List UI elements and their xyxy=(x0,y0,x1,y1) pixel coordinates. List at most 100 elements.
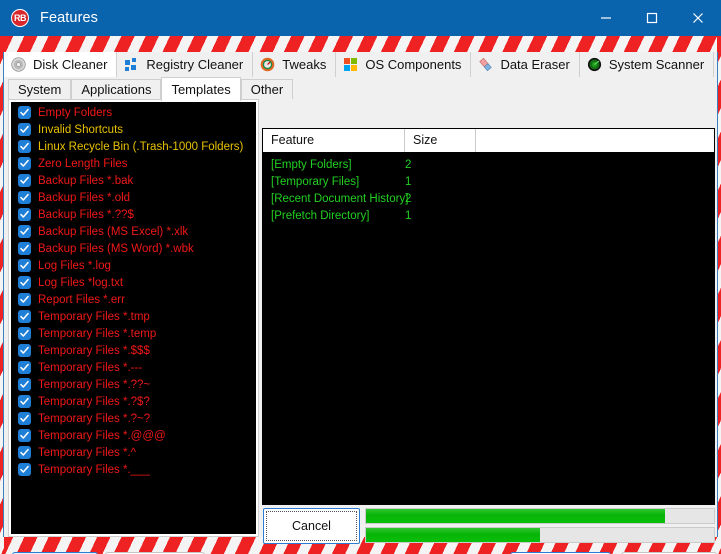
tab-label: OS Components xyxy=(365,57,462,72)
radar-icon xyxy=(587,57,602,72)
tab-tweaks[interactable]: Tweaks xyxy=(253,52,337,77)
checkbox-checked-icon[interactable] xyxy=(18,293,31,306)
table-row[interactable]: [Empty Folders] 2 xyxy=(263,156,714,173)
list-item-label: Report Files *.err xyxy=(38,293,125,306)
eraser-icon xyxy=(478,57,493,72)
checkbox-checked-icon[interactable] xyxy=(18,123,31,136)
tab-label: Registry Cleaner xyxy=(146,57,244,72)
list-item-label: Temporary Files *.^ xyxy=(38,446,137,459)
checkbox-checked-icon[interactable] xyxy=(18,395,31,408)
checkbox-checked-icon[interactable] xyxy=(18,429,31,442)
features-window: RB Features Disk Cleaner Registry Cleane… xyxy=(0,0,721,554)
list-item[interactable]: Report Files *.err xyxy=(11,291,256,308)
list-item[interactable]: Temporary Files *.?~? xyxy=(11,410,256,427)
table-row[interactable]: [Temporary Files] 1 xyxy=(263,173,714,190)
checkbox-checked-icon[interactable] xyxy=(18,191,31,204)
list-item-label: Linux Recycle Bin (.Trash-1000 Folders) xyxy=(38,140,244,153)
list-item-label: Invalid Shortcuts xyxy=(38,123,124,136)
list-item[interactable]: Backup Files *.old xyxy=(11,189,256,206)
table-row[interactable]: [Prefetch Directory] 1 xyxy=(263,207,714,224)
list-item-label: Temporary Files *.___ xyxy=(38,463,150,476)
results-rows[interactable]: [Empty Folders] 2 [Temporary Files] 1 [Recen… xyxy=(263,153,714,224)
checkbox-checked-icon[interactable] xyxy=(18,140,31,153)
list-item[interactable]: Backup Files *.bak xyxy=(11,172,256,189)
cell-feature: [Temporary Files] xyxy=(271,175,360,188)
results-header-row: Feature Size xyxy=(263,129,714,153)
list-item-label: Temporary Files *.@@@ xyxy=(38,429,166,442)
checkbox-checked-icon[interactable] xyxy=(18,259,31,272)
cell-feature: [Prefetch Directory] xyxy=(271,209,370,222)
list-item[interactable]: Temporary Files *.temp xyxy=(11,325,256,342)
list-item[interactable]: Empty Folders xyxy=(11,104,256,121)
checkbox-checked-icon[interactable] xyxy=(18,225,31,238)
current-progress-fill xyxy=(366,528,540,542)
checkbox-checked-icon[interactable] xyxy=(18,412,31,425)
column-header-feature[interactable]: Feature xyxy=(263,129,405,152)
list-item[interactable]: Temporary Files *.^ xyxy=(11,444,256,461)
templates-checklist[interactable]: Empty Folders Invalid Shortcuts Linux Recy… xyxy=(11,102,256,534)
list-item-label: Temporary Files *.?~? xyxy=(38,412,151,425)
window-controls xyxy=(583,0,721,36)
list-item[interactable]: Backup Files (MS Word) *.wbk xyxy=(11,240,256,257)
column-header-blank[interactable] xyxy=(476,129,714,152)
checkbox-checked-icon[interactable] xyxy=(18,276,31,289)
checkbox-checked-icon[interactable] xyxy=(18,157,31,170)
list-item[interactable]: Log Files *log.txt xyxy=(11,274,256,291)
list-item-label: Zero Length Files xyxy=(38,157,128,170)
list-item[interactable]: Invalid Shortcuts xyxy=(11,121,256,138)
list-item-label: Log Files *.log xyxy=(38,259,111,272)
list-item-label: Backup Files (MS Excel) *.xlk xyxy=(38,225,189,238)
cell-feature: [Empty Folders] xyxy=(271,158,352,171)
checkbox-checked-icon[interactable] xyxy=(18,463,31,476)
title-bar: RB Features xyxy=(0,0,721,36)
close-button[interactable] xyxy=(675,0,721,36)
sub-tab-bar: System Applications Templates Other xyxy=(8,77,294,101)
tab-system-scanner[interactable]: System Scanner xyxy=(579,52,715,77)
list-item-label: Backup Files (MS Word) *.wbk xyxy=(38,242,194,255)
list-item[interactable]: Temporary Files *.?$? xyxy=(11,393,256,410)
overall-progress-fill xyxy=(366,509,666,523)
list-item[interactable]: Backup Files (MS Excel) *.xlk xyxy=(11,223,256,240)
list-item[interactable]: Temporary Files *.@@@ xyxy=(11,427,256,444)
checkbox-checked-icon[interactable] xyxy=(18,446,31,459)
checkbox-checked-icon[interactable] xyxy=(18,378,31,391)
results-panel: Feature Size [Empty Folders] 2 [Temporary … xyxy=(262,128,715,505)
minimize-button[interactable] xyxy=(583,0,629,36)
sub-tab-system[interactable]: System xyxy=(8,79,72,99)
sub-tab-other[interactable]: Other xyxy=(240,79,294,99)
list-item-label: Backup Files *.bak xyxy=(38,174,134,187)
list-item[interactable]: Backup Files *.??$ xyxy=(11,206,256,223)
tab-data-eraser[interactable]: Data Eraser xyxy=(471,52,580,77)
checkbox-checked-icon[interactable] xyxy=(18,361,31,374)
tab-os-components[interactable]: OS Components xyxy=(336,52,472,77)
list-item[interactable]: Linux Recycle Bin (.Trash-1000 Folders) xyxy=(11,138,256,155)
tab-label: Disk Cleaner xyxy=(33,57,108,72)
rb-logo-icon: RB xyxy=(11,9,29,27)
scan-cancel-button[interactable]: Cancel xyxy=(263,508,360,544)
checkbox-checked-icon[interactable] xyxy=(18,174,31,187)
list-item[interactable]: Log Files *.log xyxy=(11,257,256,274)
tab-registry-cleaner[interactable]: Registry Cleaner xyxy=(117,52,254,77)
sub-tab-applications[interactable]: Applications xyxy=(71,79,162,99)
checkbox-checked-icon[interactable] xyxy=(18,242,31,255)
sub-tab-label: Applications xyxy=(81,82,152,97)
gauge-icon xyxy=(260,57,275,72)
column-header-size[interactable]: Size xyxy=(405,129,476,152)
checkbox-checked-icon[interactable] xyxy=(18,106,31,119)
checkbox-checked-icon[interactable] xyxy=(18,310,31,323)
list-item[interactable]: Temporary Files *.??~ xyxy=(11,376,256,393)
list-item[interactable]: Temporary Files *.$$$ xyxy=(11,342,256,359)
hazard-stripe-top xyxy=(0,36,721,53)
list-item[interactable]: Temporary Files *.--- xyxy=(11,359,256,376)
checkbox-checked-icon[interactable] xyxy=(18,344,31,357)
tab-disk-cleaner[interactable]: Disk Cleaner xyxy=(4,52,118,77)
checkbox-checked-icon[interactable] xyxy=(18,327,31,340)
checkbox-checked-icon[interactable] xyxy=(18,208,31,221)
list-item[interactable]: Zero Length Files xyxy=(11,155,256,172)
list-item[interactable]: Temporary Files *.___ xyxy=(11,461,256,478)
client-area: Disk Cleaner Registry Cleaner Tweaks OS … xyxy=(3,52,718,554)
maximize-button[interactable] xyxy=(629,0,675,36)
sub-tab-templates[interactable]: Templates xyxy=(161,77,241,101)
table-row[interactable]: [Recent Document History] 2 xyxy=(263,190,714,207)
list-item[interactable]: Temporary Files *.tmp xyxy=(11,308,256,325)
